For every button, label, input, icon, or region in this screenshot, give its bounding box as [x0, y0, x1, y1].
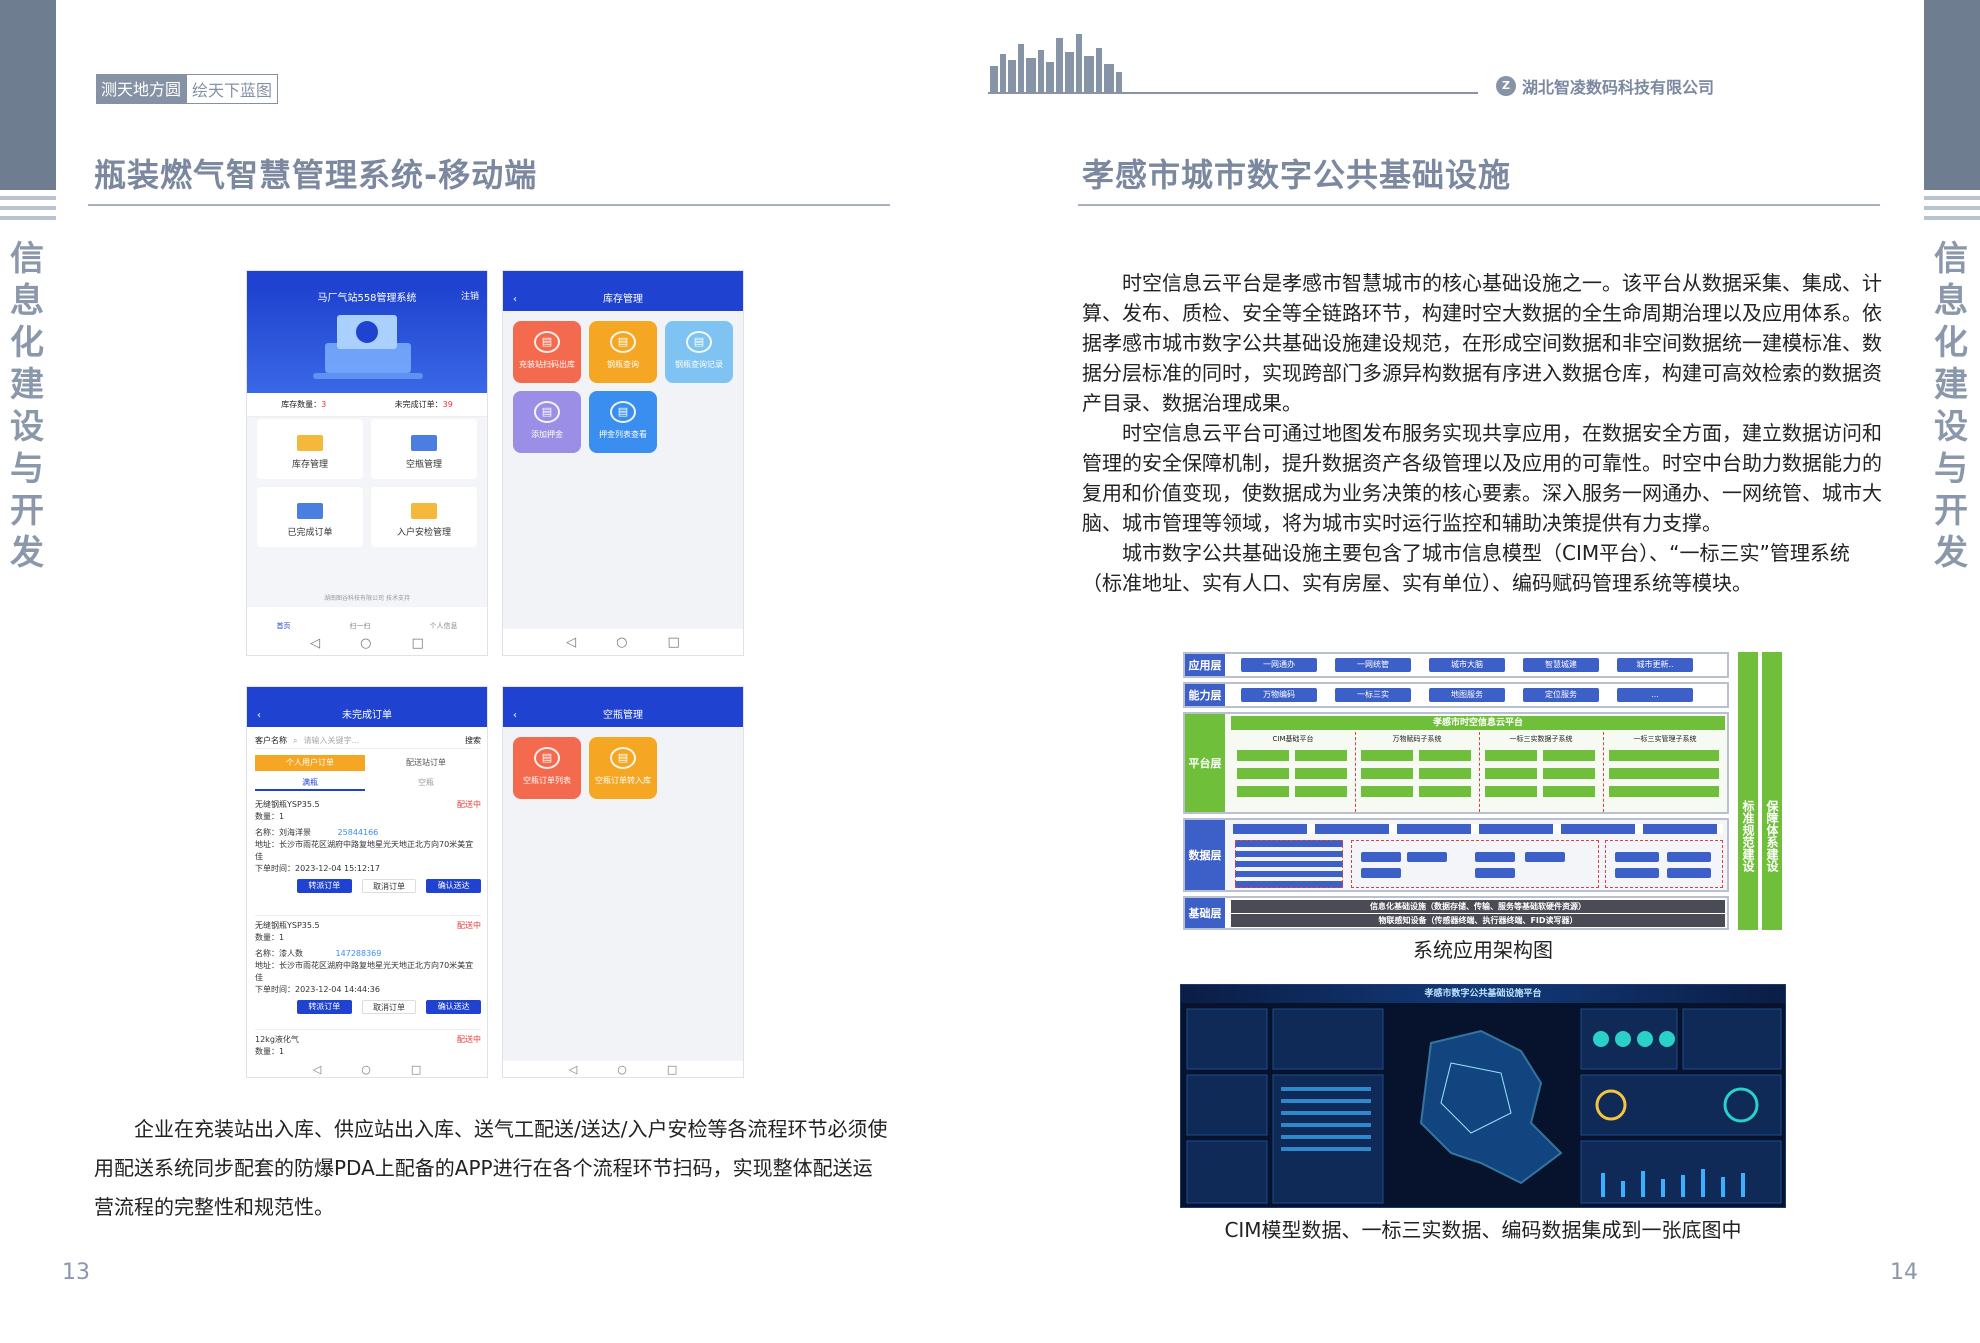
tile-empty-order-inbound[interactable]: ▤ 空瓶订单转入库: [589, 737, 657, 799]
cancel-order-button[interactable]: 取消订单: [361, 879, 417, 893]
paragraph: 时空信息云平台可通过地图发布服务实现共享应用，在数据安全方面，建立数据访问和管理…: [1082, 421, 1882, 535]
pending-count: 未完成订单：39: [394, 400, 453, 409]
dashboard-caption: CIM模型数据、一标三实数据、编码数据集成到一张底图中: [1224, 1218, 1742, 1242]
back-icon[interactable]: ‹: [513, 705, 517, 727]
architecture-caption: 系统应用架构图: [1413, 938, 1553, 962]
support-footer: 湖南图谷科技有限公司 技术支持: [324, 595, 410, 602]
confirm-delivery-button[interactable]: 确认送达: [426, 879, 481, 893]
layer-capability: 能力层 万物编码 一标三实 地图服务 定位服务 ...: [1183, 682, 1729, 708]
company-name: 湖北智凌数码科技有限公司: [1522, 78, 1715, 97]
tile-deposit-list[interactable]: ▤ 押金列表查看: [589, 391, 657, 453]
search-input[interactable]: 请输入关键字...: [303, 735, 459, 746]
android-nav-bar: ◁ ○ □: [247, 1061, 487, 1077]
layer-data: 数据层: [1183, 818, 1729, 892]
customer-filter[interactable]: 客户名称: [255, 735, 287, 746]
android-nav-bar: ◁ ○ □: [503, 629, 743, 655]
tab-personal-orders[interactable]: 个人用户订单: [255, 755, 365, 771]
order-card: 无缝钢瓶YSP35.5 配送中 数量：1 名称：漆人数 147288369 地址：…: [255, 915, 481, 1014]
cim-dashboard: 孝感市数字公共基础设施平台: [1180, 984, 1786, 1208]
card-empty-bottles[interactable]: 空瓶管理: [371, 419, 477, 479]
stock-count: 库存数量：3: [281, 400, 327, 409]
paragraph: 城市数字公共基础设施主要包含了城市信息模型（CIM平台）、“一标三实”管理系统（…: [1082, 541, 1850, 595]
phone-inventory-screen: ‹ 库存管理 ▤ 充装站扫码出库 ▤ 钢瓶查询 ▤ 钢瓶查询记录 ▤ 添加押金 ▤ 押金列表…: [502, 270, 744, 656]
search-button[interactable]: 搜索: [465, 735, 481, 746]
search-icon: ⌕: [293, 735, 298, 745]
android-nav-bar: ◁ ○ □: [247, 631, 487, 655]
company-header: Z 湖北智凌数码科技有限公司: [1496, 74, 1714, 98]
left-edge-band: 信息化建设与开发: [0, 0, 56, 1343]
platform-title: 孝感市时空信息云平台: [1231, 716, 1725, 730]
city-skyline-logo: [988, 34, 1478, 94]
right-page-title: 孝感市城市数字公共基础设施: [1082, 156, 1512, 194]
layer-platform: 平台层 孝感市时空信息云平台 CIM基础平台 万物赋码子系统 一标三实数据子系统…: [1183, 712, 1729, 814]
card-home-inspection[interactable]: 入户安检管理: [371, 487, 477, 547]
order-card: 12kg液化气 配送中 数量：1: [255, 1029, 481, 1058]
subtab-full[interactable]: 满瓶: [255, 775, 365, 791]
confirm-delivery-button[interactable]: 确认送达: [426, 1000, 481, 1014]
tab-station-orders[interactable]: 配送站订单: [371, 755, 481, 771]
subtab-empty[interactable]: 空瓶: [371, 775, 481, 791]
dashboard-title: 孝感市数字公共基础设施平台: [1181, 985, 1785, 1003]
slogan-part2: 绘天下蓝图: [186, 74, 279, 104]
left-side-label: 信息化建设与开发: [10, 239, 46, 573]
right-body-text: 时空信息云平台是孝感市智慧城市的核心基础设施之一。该平台从数据采集、集成、计算、…: [1082, 268, 1888, 598]
card-completed-orders[interactable]: 已完成订单: [257, 487, 363, 547]
order-card: 无缝钢瓶YSP35.5 配送中 数量：1 名称：刘海洋景 25844166 地址：…: [255, 800, 481, 893]
right-title-rule: [1078, 204, 1880, 206]
left-page-title: 瓶装燃气智慧管理系统-移动端: [94, 156, 538, 194]
phone-home-screen: 马厂气站558管理系统 注销 库存数量：3 未完成订单：39 库存管理 空瓶管理…: [246, 270, 488, 656]
transfer-order-button[interactable]: 转派订单: [297, 879, 352, 893]
tile-empty-order-list[interactable]: ▤ 空瓶订单列表: [513, 737, 581, 799]
home-header-title: 马厂气站558管理系统: [317, 293, 417, 304]
tile-station-outbound[interactable]: ▤ 充装站扫码出库: [513, 321, 581, 383]
left-body-text: 企业在充装站出入库、供应站出入库、送气工配送/送达/入户安检等各流程环节必须使用…: [94, 1117, 888, 1219]
phone-link[interactable]: 25844166: [338, 828, 379, 837]
tile-query-records[interactable]: ▤ 钢瓶查询记录: [665, 321, 733, 383]
inventory-header-title: 库存管理: [603, 294, 643, 305]
base-infrastructure: 信息化基础设施（数据存储、传输、服务等基础软硬件资源）: [1231, 900, 1725, 913]
laptop-illustration: [313, 315, 423, 379]
back-icon[interactable]: ‹: [257, 705, 261, 727]
layer-application: 应用层 一网通办 一网统管 城市大脑 智慧城建 城市更新..: [1183, 652, 1729, 678]
right-edge-band: 信息化建设与开发: [1924, 0, 1980, 1343]
slogan: 测天地方圆 绘天下蓝图: [96, 74, 279, 104]
side-standards: 标准规范建设: [1738, 652, 1758, 930]
phone-empty-bottle-screen: ‹ 空瓶管理 ▤ 空瓶订单列表 ▤ 空瓶订单转入库 ◁ ○ □: [502, 686, 744, 1078]
tile-add-deposit[interactable]: ▤ 添加押金: [513, 391, 581, 453]
slogan-part1: 测天地方圆: [96, 74, 187, 104]
phone-pending-orders-screen: ‹ 未完成订单 客户名称 ⌕ 请输入关键字... 搜索 个人用户订单 配送站订单 …: [246, 686, 488, 1078]
base-iot-devices: 物联感知设备（传感器终端、执行器终端、FID读写器）: [1231, 914, 1725, 927]
android-nav-bar: ◁ ○ □: [503, 1061, 743, 1077]
left-page-number: 13: [62, 1260, 90, 1285]
right-side-label: 信息化建设与开发: [1934, 239, 1970, 573]
layer-base: 基础层 信息化基础设施（数据存储、传输、服务等基础软硬件资源） 物联感知设备（传…: [1183, 896, 1729, 930]
right-page-number: 14: [1890, 1260, 1918, 1285]
cancel-order-button[interactable]: 取消订单: [361, 1000, 417, 1014]
company-logo-icon: Z: [1496, 76, 1516, 96]
transfer-order-button[interactable]: 转派订单: [297, 1000, 352, 1014]
orders-header-title: 未完成订单: [342, 710, 392, 721]
logout-link[interactable]: 注销: [461, 289, 479, 302]
dashboard-visual: [1186, 1008, 1782, 1204]
empty-bottle-header-title: 空瓶管理: [603, 710, 643, 721]
left-title-rule: [88, 204, 890, 206]
side-security: 保障体系建设: [1762, 652, 1782, 930]
phone-link[interactable]: 147288369: [336, 949, 382, 958]
tile-bottle-query[interactable]: ▤ 钢瓶查询: [589, 321, 657, 383]
back-icon[interactable]: ‹: [513, 289, 517, 311]
card-inventory[interactable]: 库存管理: [257, 419, 363, 479]
paragraph: 时空信息云平台是孝感市智慧城市的核心基础设施之一。该平台从数据采集、集成、计算、…: [1082, 271, 1882, 415]
